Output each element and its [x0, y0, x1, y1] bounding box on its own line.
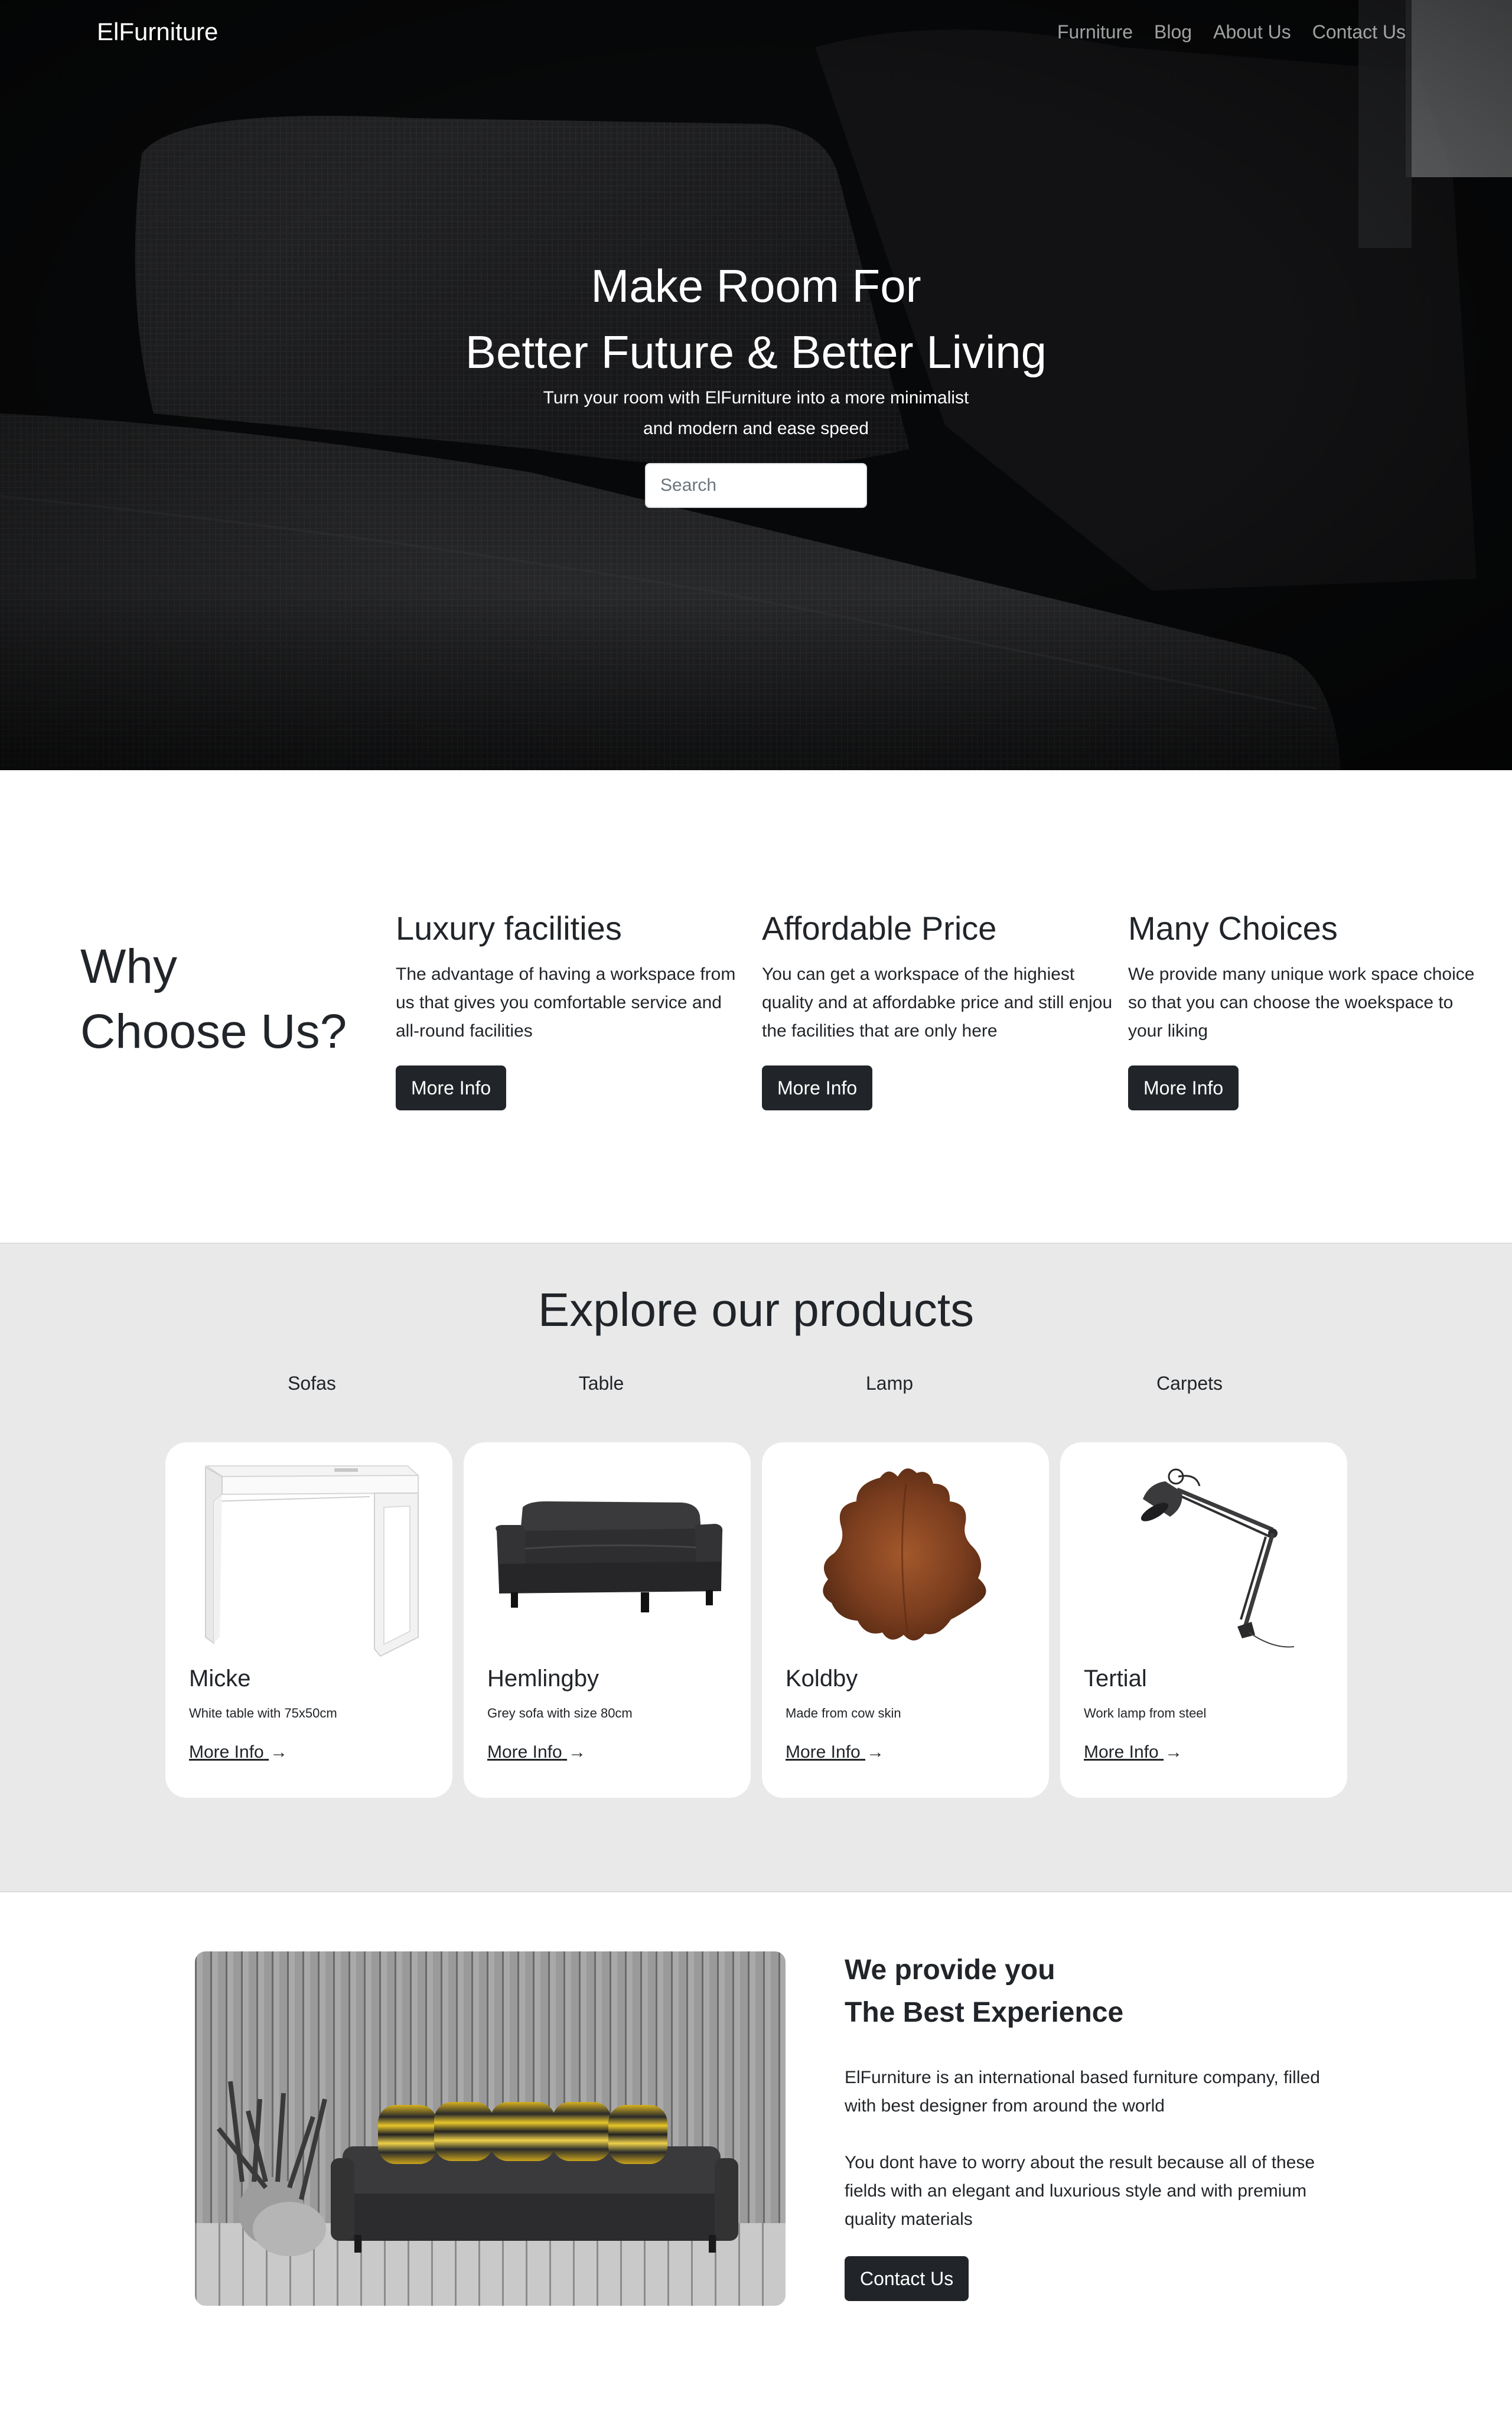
more-info-label: More Info — [487, 1742, 562, 1762]
feature-title: Luxury facilities — [396, 910, 622, 947]
grey-sofa-image — [496, 1501, 723, 1612]
nav-link-blog[interactable]: Blog — [1154, 21, 1192, 43]
product-name: Micke — [189, 1666, 251, 1692]
product-name: Tertial — [1084, 1666, 1147, 1692]
tab-table[interactable]: Table — [579, 1373, 624, 1394]
nav-link-furniture[interactable]: Furniture — [1057, 21, 1133, 43]
more-info-label: More Info — [1084, 1742, 1159, 1762]
more-info-link[interactable]: More Info → — [189, 1742, 288, 1762]
hero-title-line2: Better Future & Better Living — [465, 326, 1047, 378]
why-title: Why Choose Us? — [80, 934, 347, 1064]
tab-carpets[interactable]: Carpets — [1156, 1373, 1223, 1394]
tab-sofas[interactable]: Sofas — [288, 1373, 336, 1394]
about-section: We provide you The Best Experience ElFur… — [0, 1892, 1512, 2431]
feature-luxury-facilities: Luxury facilities The advantage of havin… — [396, 907, 750, 1110]
products-title: Explore our products — [537, 1283, 975, 1336]
about-heading-line1: We provide you — [845, 1954, 1055, 1986]
cowhide-rug-image — [823, 1468, 986, 1641]
product-name: Hemlingby — [487, 1666, 599, 1692]
top-navbar: ElFurniture Furniture Blog About Us Cont… — [0, 0, 1512, 68]
feature-text: You can get a workspace of the highiest … — [762, 964, 1113, 1041]
more-info-label: More Info — [189, 1742, 264, 1762]
more-info-link[interactable]: More Info → — [786, 1742, 884, 1762]
nav-link-about-us[interactable]: About Us — [1213, 21, 1291, 43]
arrow-right-icon: → — [270, 1742, 288, 1762]
why-title-line1: Why — [80, 940, 177, 993]
hero-section: ElFurniture Furniture Blog About Us Cont… — [0, 0, 1512, 770]
feature-affordable-price: Affordable Price You can get a workspace… — [762, 907, 1116, 1110]
product-card-hemlingby[interactable]: Hemlingby Grey sofa with size 80cm More … — [464, 1442, 751, 1798]
product-description: White table with 75x50cm — [189, 1706, 337, 1720]
product-description: Made from cow skin — [786, 1706, 901, 1720]
arrow-right-icon: → — [866, 1742, 885, 1762]
more-info-button[interactable]: More Info — [396, 1065, 507, 1110]
why-title-line2: Choose Us? — [80, 1005, 347, 1058]
search-input[interactable] — [645, 463, 867, 508]
more-info-button[interactable]: More Info — [762, 1065, 873, 1110]
hero-subtitle: Turn your room with ElFurniture into a m… — [0, 383, 1512, 444]
product-card-koldby[interactable]: Koldby Made from cow skin More Info → — [762, 1442, 1049, 1798]
why-choose-us-section: Why Choose Us? Luxury facilities The adv… — [0, 770, 1512, 1243]
brand-logo[interactable]: ElFurniture — [97, 18, 218, 46]
product-name: Koldby — [786, 1666, 858, 1692]
feature-text: We provide many unique work space choice… — [1128, 964, 1475, 1041]
desk-lamp-image — [1140, 1468, 1295, 1648]
hero-title-line1: Make Room For — [591, 260, 921, 312]
hero-subtitle-line1: Turn your room with ElFurniture into a m… — [543, 388, 969, 408]
nav-link-contact-us[interactable]: Contact Us — [1312, 21, 1406, 43]
about-paragraph-1: ElFurniture is an international based fu… — [845, 2068, 1320, 2116]
about-heading: We provide you The Best Experience — [845, 1949, 1123, 2034]
products-section: Explore our products Sofas Table Lamp Ca… — [0, 1243, 1512, 1892]
hero-title: Make Room For Better Future & Better Liv… — [0, 253, 1512, 385]
more-info-link[interactable]: More Info → — [1084, 1742, 1182, 1762]
product-card-tertial[interactable]: Tertial Work lamp from steel More Info → — [1060, 1442, 1347, 1798]
product-description: Grey sofa with size 80cm — [487, 1706, 633, 1720]
about-paragraph-2: You dont have to worry about the result … — [845, 2153, 1315, 2229]
about-heading-line2: The Best Experience — [845, 1997, 1124, 2028]
arrow-right-icon: → — [568, 1742, 586, 1762]
feature-title: Many Choices — [1128, 910, 1338, 947]
product-description: Work lamp from steel — [1084, 1706, 1207, 1720]
product-card-micke[interactable]: Micke White table with 75x50cm More Info… — [165, 1442, 452, 1798]
contact-us-button[interactable]: Contact Us — [845, 2256, 969, 2301]
feature-text: The advantage of having a workspace from… — [396, 964, 736, 1041]
nav-links: Furniture Blog About Us Contact Us — [1057, 21, 1406, 43]
living-room-image — [195, 1951, 786, 2306]
white-desk-image — [204, 1465, 420, 1657]
more-info-button[interactable]: More Info — [1128, 1065, 1239, 1110]
feature-many-choices: Many Choices We provide many unique work… — [1128, 907, 1482, 1110]
hero-subtitle-line2: and modern and ease speed — [643, 419, 869, 438]
more-info-link[interactable]: More Info → — [487, 1742, 586, 1762]
feature-title: Affordable Price — [762, 910, 997, 947]
arrow-right-icon: → — [1165, 1742, 1183, 1762]
more-info-label: More Info — [786, 1742, 861, 1762]
tab-lamp[interactable]: Lamp — [866, 1373, 913, 1394]
